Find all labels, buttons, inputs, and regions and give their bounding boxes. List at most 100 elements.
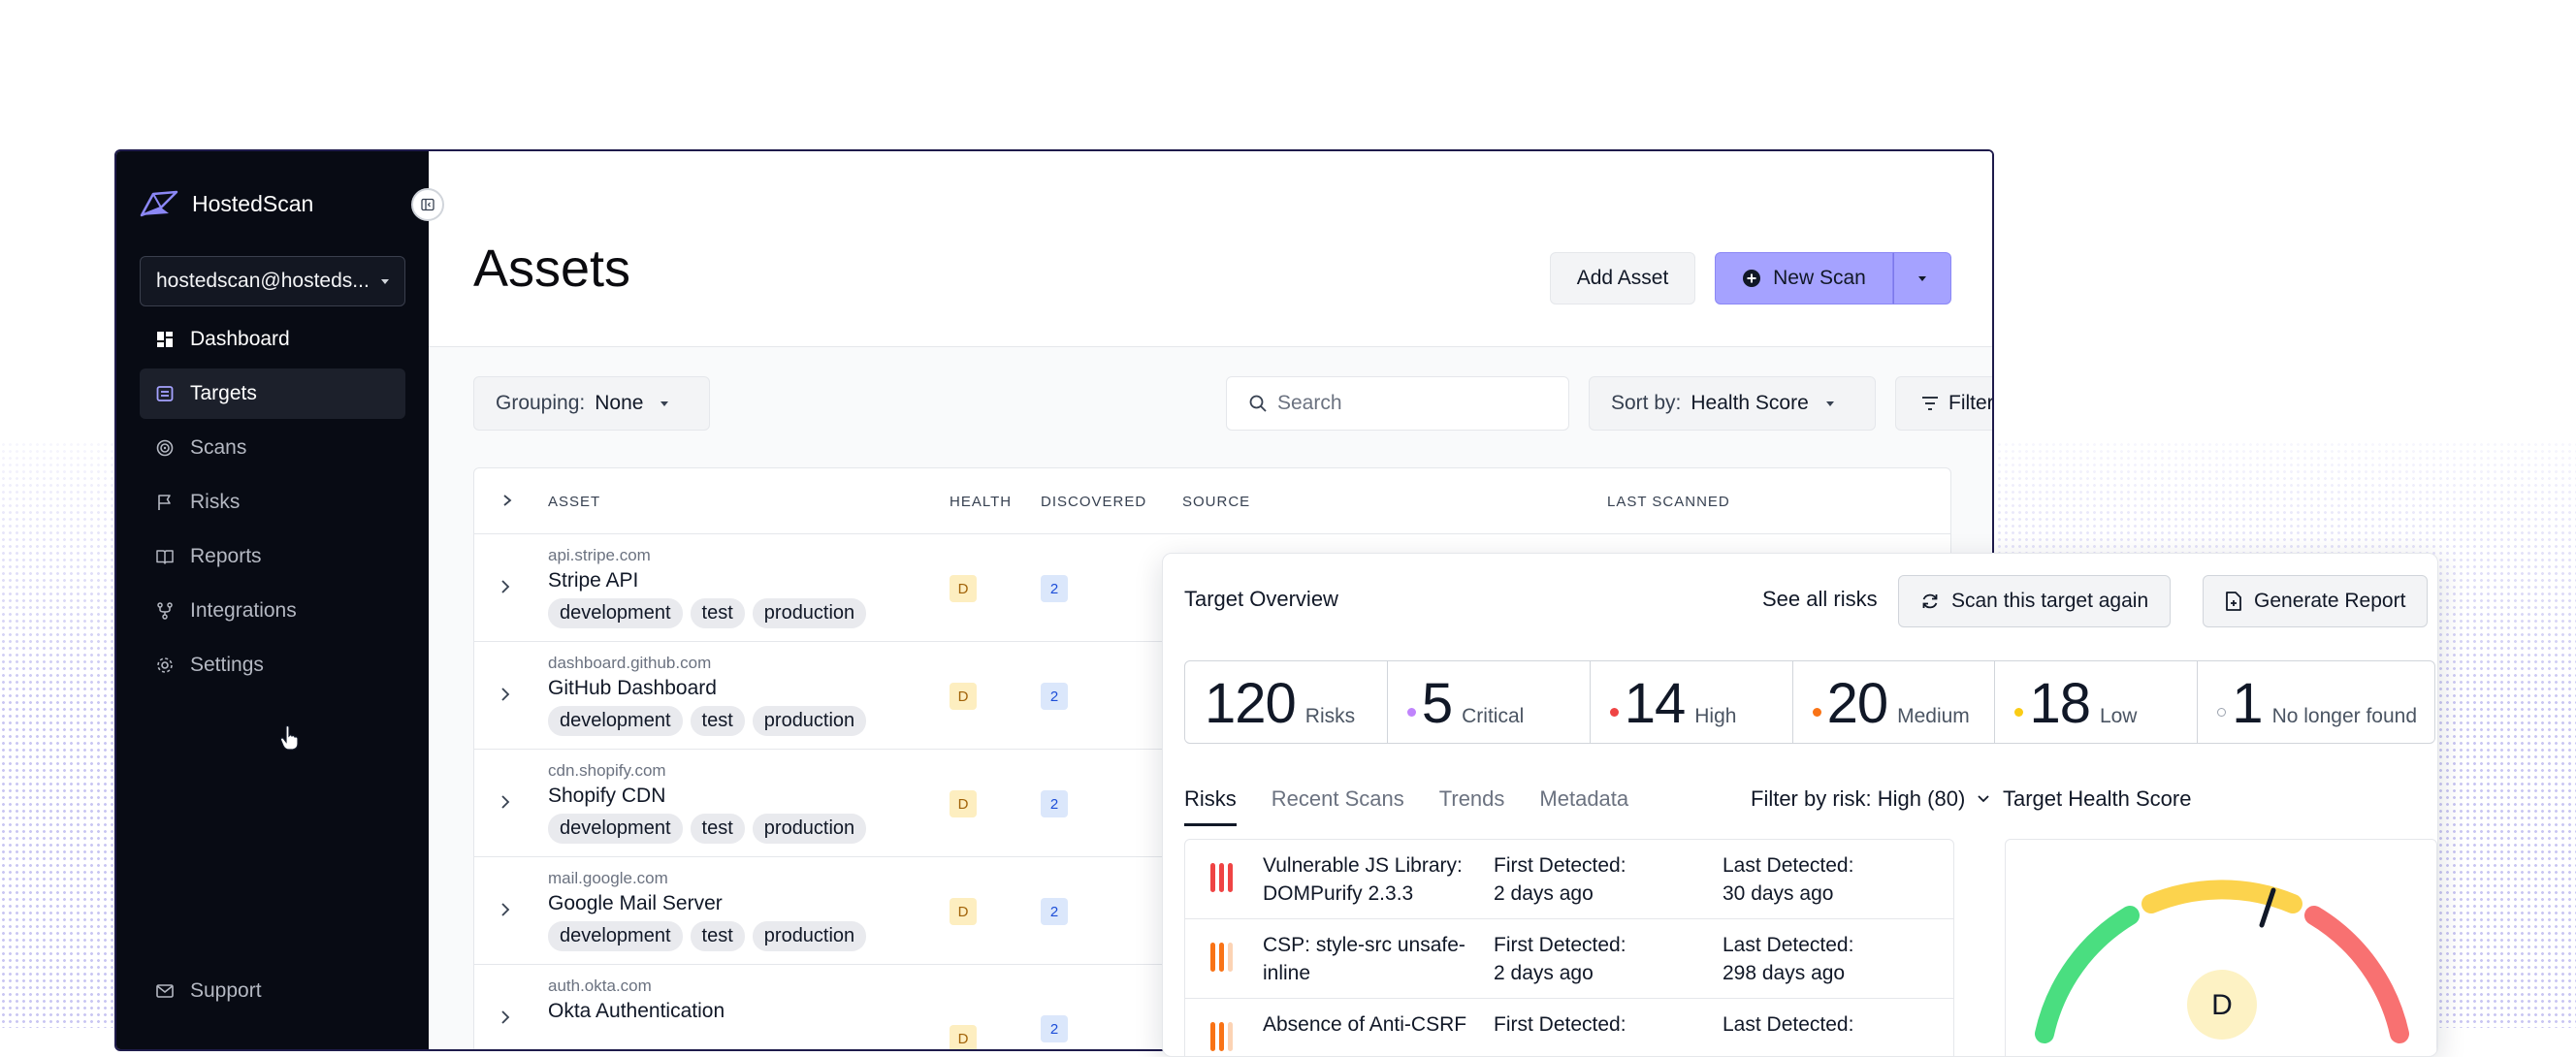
chevron-right-icon[interactable] bbox=[499, 1009, 511, 1025]
chevron-right-icon[interactable] bbox=[499, 902, 511, 917]
chevron-right-icon[interactable] bbox=[499, 579, 511, 594]
tab-risks[interactable]: Risks bbox=[1184, 786, 1237, 826]
flag-icon bbox=[158, 495, 171, 510]
grouping-select[interactable]: Grouping: None bbox=[473, 376, 710, 431]
sidebar-item-targets[interactable]: Targets bbox=[140, 368, 405, 419]
stat-no-longer-found[interactable]: 1 No longer found bbox=[2198, 661, 2434, 743]
chevron-right-icon[interactable] bbox=[501, 494, 513, 507]
tag[interactable]: production bbox=[752, 706, 867, 736]
gear-icon bbox=[157, 657, 173, 673]
tag[interactable]: production bbox=[752, 598, 867, 628]
risk-row[interactable]: Absence of Anti-CSRF First Detected: Las… bbox=[1185, 999, 1953, 1056]
sort-label: Sort by: bbox=[1611, 392, 1682, 414]
chevron-right-icon[interactable] bbox=[499, 794, 511, 810]
sidebar-item-risks[interactable]: Risks bbox=[140, 477, 405, 528]
first-detected-label: First Detected: bbox=[1494, 934, 1626, 956]
first-detected-value: 2 days ago bbox=[1494, 882, 1594, 905]
stat-label: High bbox=[1694, 705, 1737, 727]
tag[interactable]: development bbox=[548, 706, 683, 736]
generate-report-label: Generate Report bbox=[2254, 590, 2406, 612]
low-dot-icon bbox=[2014, 707, 2024, 717]
risk-name: CSP: style-src unsafe-inline bbox=[1263, 934, 1465, 984]
tag[interactable]: test bbox=[690, 706, 745, 736]
sort-value: Health Score bbox=[1690, 392, 1809, 414]
see-all-risks-link[interactable]: See all risks bbox=[1762, 587, 1878, 612]
sidebar-item-integrations[interactable]: Integrations bbox=[140, 586, 405, 636]
first-detected-label: First Detected: bbox=[1494, 1013, 1626, 1036]
column-source[interactable]: SOURCE bbox=[1182, 494, 1250, 510]
risk-filter-label: Filter by risk: High (80) bbox=[1751, 786, 1966, 811]
account-switcher[interactable]: hostedscan@hosteds... bbox=[140, 256, 405, 306]
column-health[interactable]: HEALTH bbox=[950, 494, 1012, 510]
stat-total[interactable]: 120 Risks bbox=[1185, 661, 1388, 743]
gauge-poor-arc bbox=[2304, 906, 2409, 1043]
health-badge: D bbox=[950, 1025, 977, 1049]
asset-name[interactable]: Okta Authentication bbox=[548, 1000, 724, 1023]
risk-filter-select[interactable]: Filter by risk: High (80) bbox=[1751, 786, 1990, 812]
sidebar-item-dashboard[interactable]: Dashboard bbox=[140, 314, 405, 365]
scan-again-button[interactable]: Scan this target again bbox=[1898, 575, 2172, 627]
sidebar-item-label: Risks bbox=[190, 491, 241, 513]
asset-name[interactable]: Shopify CDN bbox=[548, 785, 665, 808]
tag[interactable]: production bbox=[752, 921, 867, 951]
tag[interactable]: test bbox=[690, 814, 745, 844]
chevron-down-icon bbox=[1978, 795, 1989, 803]
last-detected-label: Last Detected: bbox=[1723, 934, 1854, 956]
asset-name[interactable]: GitHub Dashboard bbox=[548, 677, 717, 700]
asset-tags: development test production bbox=[548, 706, 867, 736]
filters-label: Filters bbox=[1948, 392, 1994, 414]
tab-recent-scans[interactable]: Recent Scans bbox=[1272, 786, 1404, 826]
discovered-badge: 2 bbox=[1041, 1015, 1068, 1042]
chevron-down-icon bbox=[660, 400, 669, 406]
sort-select[interactable]: Sort by: Health Score bbox=[1589, 376, 1876, 431]
sidebar-item-label: Scans bbox=[190, 436, 247, 459]
dashboard-icon bbox=[157, 332, 173, 347]
stat-high[interactable]: 14 High bbox=[1591, 661, 1793, 743]
asset-host: cdn.shopify.com bbox=[548, 761, 666, 780]
tag[interactable]: test bbox=[690, 921, 745, 951]
chevron-right-icon[interactable] bbox=[499, 687, 511, 702]
risk-row[interactable]: Vulnerable JS Library: DOMPurify 2.3.3 F… bbox=[1185, 840, 1953, 919]
asset-name[interactable]: Google Mail Server bbox=[548, 892, 723, 915]
asset-host: api.stripe.com bbox=[548, 546, 651, 564]
column-last-scanned[interactable]: LAST SCANNED bbox=[1607, 494, 1730, 510]
critical-dot-icon bbox=[1406, 707, 1416, 717]
last-detected-label: Last Detected: bbox=[1723, 854, 1854, 877]
stat-low[interactable]: 18 Low bbox=[1995, 661, 2199, 743]
tag[interactable]: development bbox=[548, 598, 683, 628]
stat-critical[interactable]: 5 Critical bbox=[1388, 661, 1591, 743]
tag[interactable]: test bbox=[690, 598, 745, 628]
search-input[interactable]: Search bbox=[1226, 376, 1569, 431]
discovered-badge: 2 bbox=[1041, 790, 1068, 817]
tag[interactable]: development bbox=[548, 814, 683, 844]
add-asset-button[interactable]: Add Asset bbox=[1550, 252, 1695, 304]
stat-number: 14 bbox=[1624, 672, 1687, 735]
collapse-sidebar-button[interactable] bbox=[411, 188, 444, 221]
generate-report-button[interactable]: Generate Report bbox=[2203, 575, 2429, 627]
column-asset[interactable]: ASSET bbox=[548, 494, 600, 510]
stat-number: 1 bbox=[2232, 672, 2263, 735]
sidebar-item-reports[interactable]: Reports bbox=[140, 531, 405, 582]
asset-name[interactable]: Stripe API bbox=[548, 569, 638, 593]
sidebar-item-settings[interactable]: Settings bbox=[140, 640, 405, 690]
new-scan-button[interactable]: New Scan bbox=[1715, 252, 1893, 304]
risk-stats: 120 Risks 5 Critical 14 High 20 Medium 1… bbox=[1184, 660, 2435, 744]
sidebar-item-scans[interactable]: Scans bbox=[140, 423, 405, 473]
first-detected-label: First Detected: bbox=[1494, 854, 1626, 877]
brand[interactable]: HostedScan bbox=[140, 188, 313, 219]
tag[interactable]: development bbox=[548, 921, 683, 951]
new-scan-dropdown-button[interactable] bbox=[1893, 252, 1951, 304]
filters-button[interactable]: Filters 2 bbox=[1895, 376, 1994, 431]
tag[interactable]: production bbox=[752, 814, 867, 844]
column-discovered[interactable]: DISCOVERED bbox=[1041, 494, 1146, 510]
tab-trends[interactable]: Trends bbox=[1439, 786, 1505, 826]
sidebar-nav: Dashboard Targets Scans Risks Reports In… bbox=[140, 314, 405, 694]
risk-name: Vulnerable JS Library: DOMPurify 2.3.3 bbox=[1263, 854, 1463, 905]
stat-medium[interactable]: 20 Medium bbox=[1793, 661, 1996, 743]
asset-host: auth.okta.com bbox=[548, 977, 652, 995]
grouping-value: None bbox=[595, 392, 644, 414]
risk-row[interactable]: CSP: style-src unsafe-inline First Detec… bbox=[1185, 919, 1953, 999]
sidebar-item-support[interactable]: Support bbox=[140, 966, 405, 1016]
last-detected: Last Detected: bbox=[1723, 1010, 1853, 1039]
tab-metadata[interactable]: Metadata bbox=[1539, 786, 1628, 826]
